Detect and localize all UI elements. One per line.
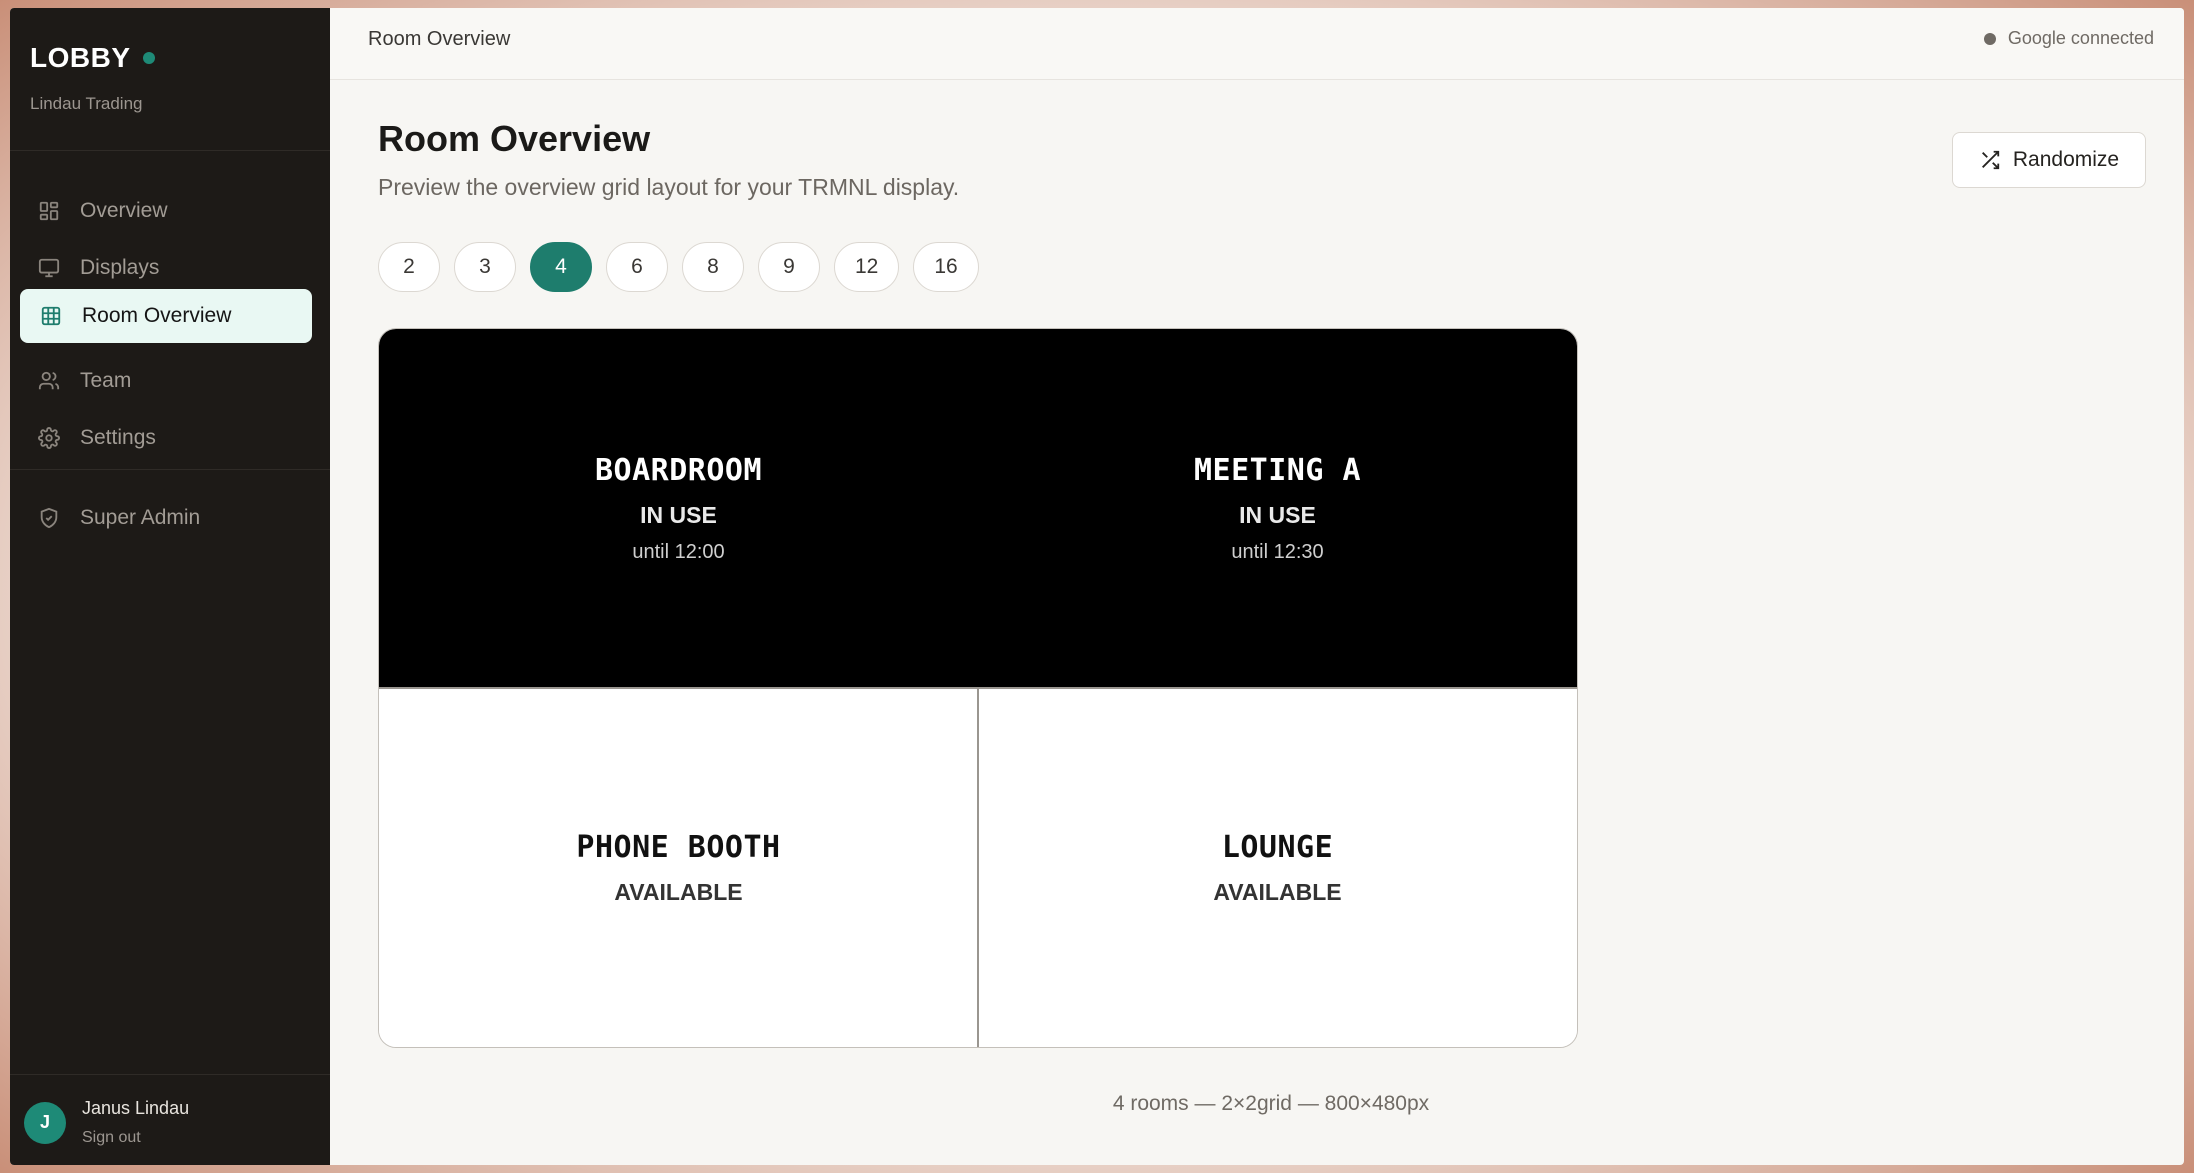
page-title: Room Overview: [378, 118, 651, 159]
user-name: Janus Lindau: [82, 1098, 190, 1118]
room-status: IN USE: [640, 502, 717, 528]
monitor-icon: [36, 255, 62, 281]
shuffle-icon: [1979, 149, 2001, 171]
google-status-label: Google connected: [2007, 28, 2154, 48]
google-connection-status: Google connected: [1983, 28, 2154, 49]
room-name: MEETING A: [1193, 453, 1362, 488]
gear-icon: [36, 425, 62, 451]
grid-divider: [977, 688, 979, 1047]
room-count-pill[interactable]: 9: [758, 242, 820, 292]
sidebar-item-super-admin[interactable]: Super Admin: [18, 491, 310, 545]
table-icon: [38, 303, 64, 329]
room-name: LOUNGE: [1221, 829, 1334, 865]
sidebar-item-label: Team: [80, 369, 132, 392]
room-status: AVAILABLE: [1213, 878, 1342, 905]
room-count-pill[interactable]: 12: [834, 242, 900, 292]
sidebar-item-settings[interactable]: Settings: [18, 411, 310, 465]
room-count-pill[interactable]: 6: [606, 242, 668, 292]
sidebar-item-displays[interactable]: Displays: [18, 241, 310, 295]
sidebar-item-overview[interactable]: Overview: [18, 184, 310, 238]
users-icon: [36, 368, 62, 394]
randomize-button[interactable]: Randomize: [1952, 132, 2146, 188]
user-profile: J Janus Lindau Sign out: [24, 1098, 189, 1147]
display-preview: BOARDROOM IN USE until 12:00 MEETING A I…: [378, 328, 1578, 1048]
room-until: until 12:00: [632, 541, 725, 563]
sidebar-item-label: Overview: [80, 199, 168, 222]
page-subtitle: Preview the overview grid layout for you…: [378, 174, 960, 200]
sidebar-divider: [10, 150, 330, 151]
sidebar-item-label: Displays: [80, 256, 160, 279]
topbar: Room Overview Google connected: [330, 8, 2184, 80]
grid-icon: [36, 198, 62, 224]
sidebar-divider: [10, 469, 330, 470]
sidebar-item-room-overview[interactable]: Room Overview: [20, 289, 312, 343]
status-dot-icon: [1983, 32, 1996, 45]
room-tile-boardroom: BOARDROOM IN USE until 12:00: [379, 329, 978, 688]
room-count-selector: 2 3 4 6 8 9 12 16: [378, 242, 993, 292]
breadcrumb: Room Overview: [368, 28, 511, 50]
room-count-pill[interactable]: 3: [454, 242, 516, 292]
brand-name: LOBBY: [30, 42, 131, 73]
sidebar-item-label: Super Admin: [80, 506, 201, 529]
org-name: Lindau Trading: [30, 94, 143, 113]
randomize-label: Randomize: [2012, 148, 2120, 171]
room-tile-meeting-a: MEETING A IN USE until 12:30: [978, 329, 1577, 688]
avatar[interactable]: J: [24, 1101, 66, 1144]
preview-caption: 4 rooms — 2×2grid — 800×480px: [1112, 1092, 1430, 1115]
app-window: LOBBY Lindau Trading Overview Displays R…: [10, 8, 2184, 1165]
room-until: until 12:30: [1231, 541, 1324, 563]
sign-out-link[interactable]: Sign out: [82, 1129, 189, 1147]
sidebar-item-team[interactable]: Team: [18, 354, 310, 408]
sidebar-item-label: Room Overview: [82, 304, 232, 327]
shield-icon: [36, 505, 62, 531]
room-name: PHONE BOOTH: [576, 829, 781, 865]
room-count-pill[interactable]: 2: [378, 242, 440, 292]
sidebar-divider: [10, 1074, 330, 1075]
room-count-pill[interactable]: 8: [682, 242, 744, 292]
room-count-pill[interactable]: 16: [913, 242, 979, 292]
brand-logo[interactable]: LOBBY: [30, 42, 155, 74]
room-tile-lounge: LOUNGE AVAILABLE: [978, 688, 1577, 1047]
room-count-pill-selected[interactable]: 4: [530, 242, 592, 292]
room-tile-phone-booth: PHONE BOOTH AVAILABLE: [379, 688, 978, 1047]
sidebar-item-label: Settings: [80, 426, 156, 449]
room-name: BOARDROOM: [594, 453, 763, 488]
brand-status-dot: [142, 52, 155, 64]
room-status: IN USE: [1239, 502, 1316, 528]
sidebar: LOBBY Lindau Trading Overview Displays R…: [10, 8, 330, 1165]
room-status: AVAILABLE: [614, 878, 743, 905]
